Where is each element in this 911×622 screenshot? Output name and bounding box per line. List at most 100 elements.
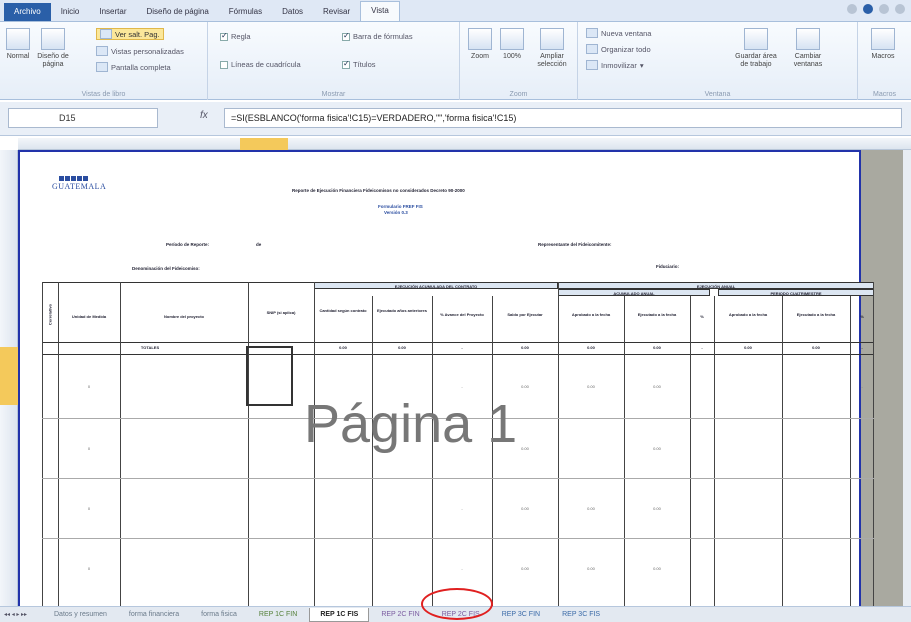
- row-cell[interactable]: 0.00: [492, 506, 558, 511]
- vertical-scrollbar[interactable]: [903, 150, 911, 606]
- table-header-bottom: [42, 342, 874, 343]
- formula-bar-checkbox[interactable]: Barra de fórmulas: [342, 31, 413, 41]
- normal-view-button[interactable]: Normal: [4, 28, 32, 61]
- tab-insertar[interactable]: Insertar: [89, 3, 136, 21]
- zoom-100-icon: [500, 28, 524, 50]
- group-label: Mostrar: [321, 91, 346, 98]
- row-cell[interactable]: 0.00: [558, 384, 624, 389]
- name-box[interactable]: D15: [8, 108, 158, 128]
- zoom-button[interactable]: Zoom: [466, 28, 494, 61]
- zoom-selection-button[interactable]: Ampliar selección: [532, 28, 572, 69]
- fx-icon[interactable]: fx: [200, 110, 208, 121]
- page-break-preview-button[interactable]: Ver salt. Pag.: [96, 28, 164, 40]
- row-cell[interactable]: 0.00: [624, 446, 690, 451]
- new-window-button[interactable]: Nueva ventana: [586, 28, 651, 38]
- sheet-tab-rep-3c-fin[interactable]: REP 3C FIN: [492, 608, 550, 622]
- macros-button[interactable]: Macros: [868, 28, 898, 61]
- tab-vista[interactable]: Vista: [360, 1, 400, 21]
- row-cell[interactable]: -: [432, 566, 492, 571]
- totals-row-bottom: [42, 354, 874, 355]
- worksheet-grid[interactable]: GUATEMALA Reporte de Ejecución Financier…: [0, 138, 911, 608]
- col-header: Unidad de Medida: [71, 314, 107, 319]
- minimize-ribbon-icon[interactable]: [847, 4, 857, 14]
- period-label: Período de Reporte:: [166, 242, 210, 247]
- row-cell[interactable]: 0: [58, 566, 120, 571]
- row-cell[interactable]: 0.00: [624, 384, 690, 389]
- row-cell[interactable]: 0.00: [492, 566, 558, 571]
- selected-row-header[interactable]: [0, 347, 18, 405]
- trustee-label: Fiduciario:: [656, 264, 680, 269]
- sheet-nav-arrows-icon[interactable]: ◂◂ ◂ ▸ ▸▸: [0, 608, 44, 622]
- total-cell: 0.00: [744, 345, 752, 350]
- arrange-all-button[interactable]: Organizar todo: [586, 44, 651, 54]
- row-cell[interactable]: -: [850, 384, 874, 389]
- tab-formulas[interactable]: Fórmulas: [219, 3, 272, 21]
- row-cell[interactable]: 0.00: [558, 506, 624, 511]
- selected-column-header[interactable]: [240, 138, 288, 150]
- sheet-tab-rep-1c-fin[interactable]: REP 1C FIN: [249, 608, 307, 622]
- formula-bar: D15 fx =SI(ESBLANCO('forma fisica'!C15)=…: [0, 102, 911, 136]
- col-header: Saldo por Ejecutar: [507, 312, 543, 317]
- close-icon[interactable]: [895, 4, 905, 14]
- zoom-100-button[interactable]: 100%: [498, 28, 526, 61]
- new-window-icon: [586, 28, 598, 38]
- highlight-circle: [421, 588, 493, 620]
- report-version: Versión 0.3: [384, 210, 408, 215]
- row-cell[interactable]: 0: [58, 384, 120, 389]
- col-line: [42, 282, 43, 608]
- group-macros: Macros Macros: [858, 22, 911, 100]
- save-workspace-icon: [744, 28, 768, 50]
- magnifier-icon: [468, 28, 492, 50]
- checkbox-icon: [220, 60, 228, 69]
- guatemala-logo: GUATEMALA: [52, 176, 106, 204]
- help-icon[interactable]: [863, 4, 873, 14]
- column-headers[interactable]: [18, 138, 911, 150]
- sheet-tab-datos-resumen[interactable]: Datos y resumen: [44, 608, 117, 622]
- total-cell: 0.00: [521, 345, 529, 350]
- save-workspace-button[interactable]: Guardar área de trabajo: [734, 28, 778, 69]
- row-separator: [42, 538, 874, 539]
- print-page-area[interactable]: GUATEMALA Reporte de Ejecución Financier…: [18, 150, 874, 608]
- band-annual: EJECUCIÓN ANUAL: [558, 282, 874, 289]
- row-cell[interactable]: 0.00: [558, 566, 624, 571]
- sheet-tab-rep-2c-fin[interactable]: REP 2C FIN: [371, 608, 429, 622]
- switch-windows-button[interactable]: Cambiar ventanas: [788, 28, 828, 69]
- row-cell[interactable]: 0.00: [624, 566, 690, 571]
- gridlines-checkbox[interactable]: Líneas de cuadrícula: [220, 60, 301, 69]
- tab-inicio[interactable]: Inicio: [51, 3, 90, 21]
- checkbox-icon: [220, 31, 228, 41]
- tab-datos[interactable]: Datos: [272, 3, 313, 21]
- custom-views-button[interactable]: Vistas personalizadas: [96, 46, 184, 56]
- total-cell: 0.00: [653, 345, 661, 350]
- row-cell[interactable]: -: [432, 506, 492, 511]
- page-layout-button[interactable]: Diseño de página: [36, 28, 70, 69]
- headings-checkbox[interactable]: Títulos: [342, 59, 376, 69]
- row-cell[interactable]: 0: [58, 506, 120, 511]
- active-cell[interactable]: [246, 346, 293, 406]
- sheet-tab-forma-financiera[interactable]: forma financiera: [119, 608, 189, 622]
- checkbox-icon: [342, 31, 350, 41]
- sheet-tab-rep-1c-fis[interactable]: REP 1C FIS: [309, 608, 370, 622]
- full-screen-button[interactable]: Pantalla completa: [96, 62, 171, 72]
- sheet-tab-rep-3c-fis[interactable]: REP 3C FIS: [552, 608, 610, 622]
- row-cell[interactable]: 0: [58, 446, 120, 451]
- tab-revisar[interactable]: Revisar: [313, 3, 360, 21]
- formula-input[interactable]: =SI(ESBLANCO('forma fisica'!C15)=VERDADE…: [224, 108, 902, 128]
- total-cell: -: [461, 345, 463, 350]
- sheet-tab-forma-fisica[interactable]: forma fisica: [191, 608, 247, 622]
- ruler-checkbox[interactable]: Regla: [220, 31, 251, 41]
- row-cell[interactable]: 0.00: [492, 384, 558, 389]
- tab-archivo[interactable]: Archivo: [4, 3, 51, 21]
- normal-view-icon: [6, 28, 30, 50]
- row-cell[interactable]: -: [432, 384, 492, 389]
- freeze-panes-button[interactable]: Inmovilizar ▾: [586, 60, 644, 70]
- representative-label: Representante del Fideicomitente:: [538, 242, 612, 247]
- restore-icon[interactable]: [879, 4, 889, 14]
- chevron-down-icon: ▾: [639, 60, 644, 70]
- row-cell[interactable]: 0.00: [624, 506, 690, 511]
- col-header: SNIP (si aplica): [266, 310, 296, 315]
- tab-diseno-pagina[interactable]: Diseño de página: [137, 3, 219, 21]
- col-header: Ejecutado a la fecha: [637, 312, 677, 317]
- group-zoom: Zoom 100% Ampliar selección Zoom: [460, 22, 578, 100]
- col-header: Correlativo: [47, 303, 53, 326]
